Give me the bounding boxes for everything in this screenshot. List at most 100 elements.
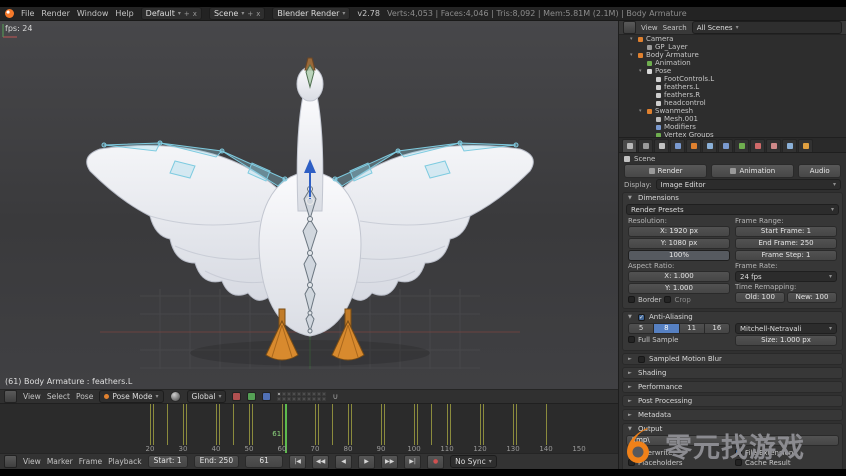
crop-checkbox[interactable] [664,296,671,303]
layer-dot-17[interactable] [307,397,311,401]
outliner-item-animation[interactable]: Animation [619,59,846,67]
layer-dot-7[interactable] [307,392,311,396]
frame-step-field[interactable]: Frame Step: 1 [735,250,837,261]
viewport-shading-icon[interactable] [170,391,181,402]
layer-dot-11[interactable] [277,397,281,401]
remap-old-field[interactable]: Old: 100 [735,292,785,303]
end-frame-prop-field[interactable]: End Frame: 250 [735,238,837,249]
aa-size-field[interactable]: Size: 1.000 px [735,335,837,346]
jump-to-end-button[interactable]: ▶| [404,455,421,469]
properties-tab-constraints[interactable] [702,139,717,152]
sampled-motion-blur-panel-header[interactable]: ►Sampled Motion Blur [623,354,842,364]
menu-tl-marker[interactable]: Marker [47,457,73,466]
remap-new-field[interactable]: New: 100 [787,292,837,303]
scene-dropdown[interactable]: Scene ▾ + x [209,7,265,20]
layer-dot-4[interactable] [292,392,296,396]
layer-dot-9[interactable] [317,392,321,396]
render-button[interactable]: Render [624,164,707,178]
jump-to-start-button[interactable]: |◀ [289,455,306,469]
add-layout-icon[interactable]: + [184,10,190,18]
outliner-item-vertex-groups[interactable]: Vertex Groups [619,131,846,138]
properties-tab-render-layers[interactable] [638,139,653,152]
outliner-item-modifiers[interactable]: Modifiers [619,123,846,131]
current-frame-field[interactable]: 61 [245,455,283,468]
rotate-manipulator-icon[interactable] [247,392,256,401]
aa-samples-16[interactable]: 16 [704,323,730,334]
layer-dot-3[interactable] [287,392,291,396]
start-frame-field[interactable]: Start: 1 [148,455,188,468]
expand-arrow-icon[interactable]: ▾ [630,36,635,42]
menu-window[interactable]: Window [77,9,109,18]
outliner-item-gp-layer[interactable]: GP_Layer [619,43,846,51]
metadata-panel-header[interactable]: ►Metadata [623,410,842,420]
render-animation-button[interactable]: Animation [711,164,794,178]
outliner-item-feathers-r[interactable]: feathers.R [619,91,846,99]
menu-help[interactable]: Help [115,9,133,18]
menu-render[interactable]: Render [41,9,69,18]
overwrite-checkbox[interactable] [628,449,635,456]
aspect-y-field[interactable]: Y: 1.000 [628,283,730,294]
scale-manipulator-icon[interactable] [262,392,271,401]
editor-type-icon[interactable] [4,390,17,403]
properties-tab-scene[interactable] [654,139,669,152]
aa-samples-8[interactable]: 8 [653,323,679,334]
menu-tl-view[interactable]: View [23,457,41,466]
sync-dropdown[interactable]: No Sync ▾ [450,455,497,468]
swan-scene-render[interactable] [0,21,618,389]
layer-dot-14[interactable] [292,397,296,401]
resolution-x-field[interactable]: X: 1920 px [628,226,730,237]
outliner-item-mesh-001[interactable]: Mesh.001 [619,115,846,123]
snap-magnet-icon[interactable]: ∪ [332,392,338,401]
aa-filter-dropdown[interactable]: Mitchell-Netravali ▾ [735,323,837,334]
outliner-item-pose[interactable]: ▾Pose [619,67,846,75]
properties-tab-world[interactable] [670,139,685,152]
outliner-item-headcontrol[interactable]: headcontrol [619,99,846,107]
layer-dot-1[interactable] [277,392,281,396]
next-keyframe-button[interactable]: ▶▶ [381,455,398,469]
outliner-item-feathers-l[interactable]: feathers.L [619,83,846,91]
3d-viewport[interactable]: fps: 24 (61) Body Armature : feathers.L [0,21,618,389]
layer-dot-2[interactable] [282,392,286,396]
prev-keyframe-button[interactable]: ◀◀ [312,455,329,469]
layer-dot-5[interactable] [297,392,301,396]
close-layout-icon[interactable]: x [193,10,197,18]
aa-samples-5[interactable]: 5 [628,323,654,334]
expand-arrow-icon[interactable]: ▾ [639,108,644,114]
menu-file[interactable]: File [21,9,34,18]
outliner-display-dropdown[interactable]: All Scenes ▾ [692,21,842,34]
orientation-dropdown[interactable]: Global ▾ [187,390,227,403]
menu-view[interactable]: View [23,392,41,401]
outliner-item-footcontrols-l[interactable]: FootControls.L [619,75,846,83]
end-frame-field[interactable]: End: 250 [194,455,239,468]
border-checkbox[interactable] [628,296,635,303]
layer-dot-6[interactable] [302,392,306,396]
display-dropdown[interactable]: Image Editor ▾ [656,179,841,190]
start-frame-prop-field[interactable]: Start Frame: 1 [735,226,837,237]
shading-panel-header[interactable]: ►Shading [623,368,842,378]
translate-manipulator-icon[interactable] [232,392,241,401]
render-audio-button[interactable]: Audio [798,164,841,178]
menu-pose[interactable]: Pose [76,392,93,401]
full-sample-checkbox[interactable] [628,336,635,343]
record-button[interactable]: ● [427,455,444,469]
menu-outliner-search[interactable]: Search [663,24,687,32]
antialiasing-panel-header[interactable]: ▼ Anti-Aliasing [623,312,842,322]
outliner-editor-icon[interactable] [623,21,636,34]
properties-tab-modifiers[interactable] [718,139,733,152]
timeline-canvas[interactable]: 61 2030405060708090100110120130140150 [0,403,618,454]
placeholders-checkbox[interactable] [628,459,635,466]
properties-tab-object[interactable] [686,139,701,152]
layer-dot-13[interactable] [287,397,291,401]
layer-visibility-grid[interactable] [277,392,326,401]
menu-outliner-view[interactable]: View [641,24,658,32]
mode-dropdown[interactable]: Pose Mode ▾ [99,390,163,403]
antialiasing-checkbox[interactable] [638,314,645,321]
screen-layout-dropdown[interactable]: Default ▾ + x [141,7,202,20]
post-processing-panel-header[interactable]: ►Post Processing [623,396,842,406]
performance-panel-header[interactable]: ►Performance [623,382,842,392]
outliner-item-swanmesh[interactable]: ▾Swanmesh [619,107,846,115]
dimensions-panel-header[interactable]: ▼ Dimensions [623,193,842,203]
output-path-field[interactable]: /tmp\ [626,435,839,446]
layer-dot-10[interactable] [322,392,326,396]
menu-tl-frame[interactable]: Frame [79,457,102,466]
